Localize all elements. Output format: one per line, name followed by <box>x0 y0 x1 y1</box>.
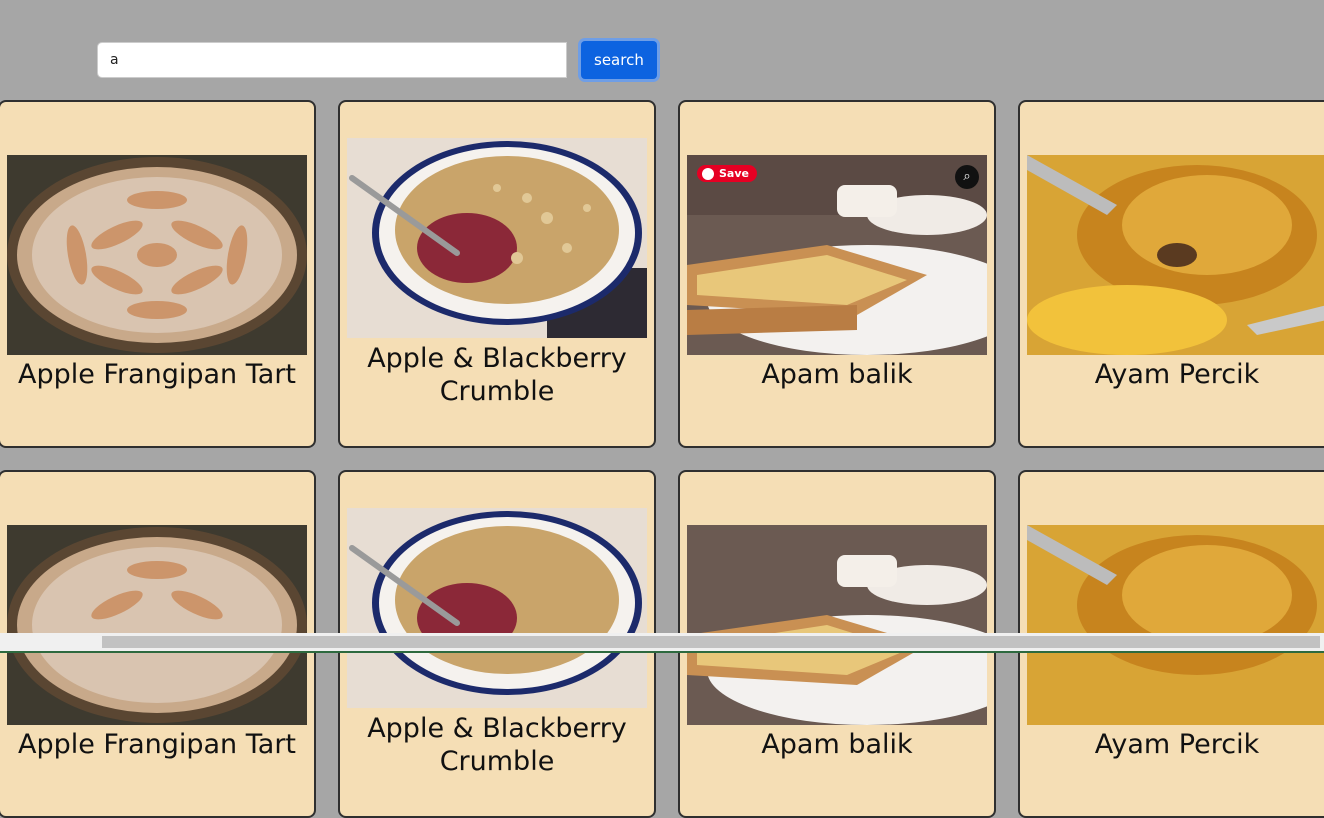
recipe-title: Apple Frangipan Tart <box>17 359 297 390</box>
recipe-card[interactable]: Apple Frangipan Tart <box>0 100 316 448</box>
recipe-title: Ayam Percik <box>1094 729 1260 760</box>
recipe-image-crumble <box>347 508 647 708</box>
search-input[interactable] <box>97 42 567 78</box>
recipe-title: Apple Frangipan Tart <box>17 729 297 760</box>
recipe-card[interactable]: Ayam Percik <box>1018 100 1324 448</box>
pinterest-icon <box>702 168 714 180</box>
recipe-title: Apam balik <box>761 729 913 760</box>
recipe-image-ayam-percik <box>1027 525 1324 725</box>
recipe-title: Apple & Blackberry Crumble <box>367 713 627 777</box>
pin-save-label: Save <box>719 167 749 180</box>
scrollbar-thumb[interactable] <box>102 636 1320 648</box>
recipe-image-apple-tart <box>7 155 307 355</box>
recipe-title: Apple & Blackberry Crumble <box>367 343 627 407</box>
recipe-image-apam-balik <box>687 525 987 725</box>
pin-save-button[interactable]: Save <box>697 165 757 182</box>
recipe-title: Ayam Percik <box>1094 359 1260 390</box>
recipe-card[interactable]: Apple & Blackberry Crumble <box>338 100 656 448</box>
recipe-title: Apam balik <box>761 359 913 390</box>
recipe-image-apam-balik: Save ⌕ <box>687 155 987 355</box>
recipe-image-ayam-percik <box>1027 155 1324 355</box>
horizontal-scrollbar[interactable] <box>0 633 1324 653</box>
recipe-image-crumble <box>347 138 647 338</box>
recipe-card[interactable]: Save ⌕ Apam balik <box>678 100 996 448</box>
search-button[interactable]: search <box>581 41 657 79</box>
search-bar: search <box>97 41 657 79</box>
lens-icon[interactable]: ⌕ <box>955 165 979 189</box>
recipe-image-apple-tart <box>7 525 307 725</box>
